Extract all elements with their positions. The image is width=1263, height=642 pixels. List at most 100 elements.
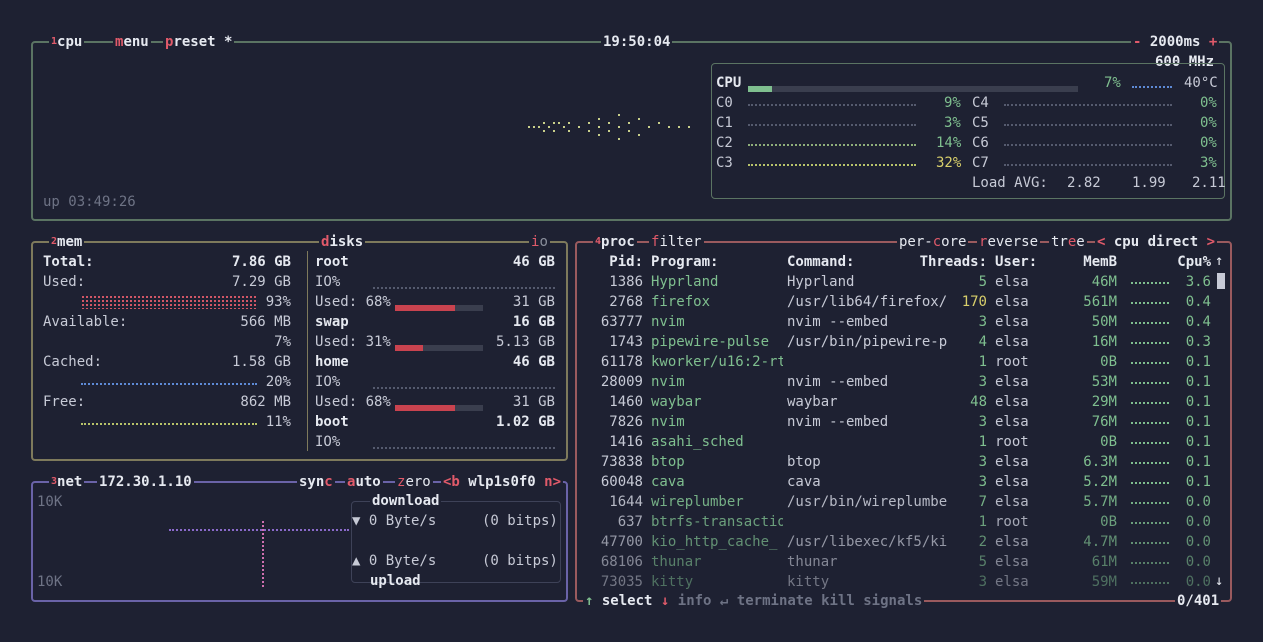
io-toggle[interactable]: io <box>529 233 550 251</box>
signals-button[interactable]: signals <box>863 593 922 609</box>
net-interface-selector[interactable]: <b wlp1s0f0 n> <box>441 473 564 491</box>
table-row[interactable]: 47700 kio_http_cache_/usr/libexec/kf5/kio… <box>577 532 1227 552</box>
table-row[interactable]: 1416 asahi_sched 1 root 0B 0.1 <box>577 432 1227 452</box>
cell-user: elsa <box>995 554 1029 570</box>
reverse-toggle[interactable]: reverse <box>977 233 1041 251</box>
cell-user: root <box>995 434 1029 450</box>
table-row[interactable]: 73838 btop btop 3 elsa 6.3M 0.1 <box>577 452 1227 472</box>
table-row[interactable]: 73035 kitty kitty 3 elsa 59M 0.0 <box>577 572 1227 592</box>
mem-title[interactable]: mem <box>57 234 82 250</box>
table-row[interactable]: 7826 nvim nvim --embed 3 elsa 76M 0.1 <box>577 412 1227 432</box>
interval-control[interactable]: - 2000ms + <box>1131 33 1220 51</box>
disk-boot-io-label: IO% <box>315 434 341 450</box>
proc-filter-button[interactable]: filter <box>649 233 704 251</box>
mem-box-tag: 2mem <box>49 233 85 251</box>
table-row[interactable]: 63777 nvim nvim --embed 3 elsa 50M 0.4 <box>577 312 1227 332</box>
col-command[interactable]: Command: <box>787 252 854 272</box>
cell-program: cava <box>651 474 685 490</box>
terminate-button[interactable]: terminate <box>737 593 813 609</box>
load-avg-15: 2.11 <box>1192 175 1226 191</box>
cell-mem: 46M <box>1091 274 1117 290</box>
core-c1-pct: 3% <box>944 115 961 131</box>
menu-button[interactable]: menu <box>113 33 151 51</box>
disk-home-used-value: 31 GB <box>512 394 555 410</box>
cpu-temp-graph <box>1132 86 1172 88</box>
mem-graph <box>1131 282 1169 284</box>
per-core-toggle[interactable]: per-core <box>897 233 969 251</box>
select-up-icon: ↑ <box>585 593 594 609</box>
mem-graph <box>1131 342 1169 344</box>
mem-graph <box>1131 542 1169 544</box>
col-threads[interactable]: Threads: <box>917 252 987 272</box>
net-auto-toggle[interactable]: auto <box>345 473 383 491</box>
table-row[interactable]: 2768 firefox/usr/lib64/firefox/f 170 elsa 56… <box>577 292 1227 312</box>
disk-root-size: 46 GB <box>512 254 555 270</box>
core-c7-label: C7 <box>972 155 989 171</box>
core-c2-graph <box>748 144 916 146</box>
cell-cpu: 0.1 <box>1185 394 1211 410</box>
cell-mem: 4.7M <box>1083 534 1117 550</box>
table-row[interactable]: 1743 pipewire-pulse/usr/bin/pipewire-pu 4 e… <box>577 332 1227 352</box>
sort-selector[interactable]: < cpu direct > <box>1095 233 1218 251</box>
col-cpu[interactable]: Cpu% <box>1169 252 1211 272</box>
cell-program: btrfs-transactio <box>651 514 783 530</box>
cell-program: nvim <box>651 374 685 390</box>
cell-threads: 3 <box>978 474 987 490</box>
table-row[interactable]: 637 btrfs-transactio 1 root 0B 0.0 <box>577 512 1227 532</box>
core-c4-label: C4 <box>972 95 989 111</box>
mem-available-label: Available: <box>43 314 128 330</box>
uptime: up 03:49:26 <box>43 194 136 210</box>
cell-mem: 0B <box>1100 514 1117 530</box>
core-c3-label: C3 <box>716 155 733 171</box>
disk-swap-used-value: 5.13 GB <box>495 334 555 350</box>
cell-program: kio_http_cache_ <box>651 534 778 550</box>
cell-mem: 0B <box>1100 354 1117 370</box>
mem-used-pct: 93% <box>265 294 291 310</box>
interval-minus-button[interactable]: - <box>1133 34 1141 50</box>
core-c5-label: C5 <box>972 115 989 131</box>
preset-button[interactable]: preset * <box>163 33 235 51</box>
cell-cpu: 0.1 <box>1185 474 1211 490</box>
col-pid[interactable]: Pid: <box>581 252 643 272</box>
mem-graph <box>1131 482 1169 484</box>
cell-threads: 2 <box>978 534 987 550</box>
cell-user: elsa <box>995 494 1029 510</box>
cpu-temp: 40°C <box>1184 75 1218 91</box>
cell-pid: 47700 <box>600 534 643 550</box>
mem-cached-graph <box>81 383 257 385</box>
tree-toggle[interactable]: tree <box>1049 233 1087 251</box>
table-row[interactable]: 61178 kworker/u16:2-rt 1 root 0B 0.1 <box>577 352 1227 372</box>
table-row[interactable]: 1644 wireplumber/usr/bin/wireplumber 7 elsa… <box>577 492 1227 512</box>
col-program[interactable]: Program: <box>651 252 718 272</box>
net-sync-toggle[interactable]: sync <box>297 473 335 491</box>
col-mem[interactable]: MemB <box>1057 252 1117 272</box>
info-button[interactable]: info <box>678 593 712 609</box>
net-scale-bottom: 10K <box>37 574 63 590</box>
cell-cpu: 3.6 <box>1185 274 1211 290</box>
table-row[interactable]: 1386 Hyprland Hyprland 5 elsa 46M 3.6 <box>577 272 1227 292</box>
kill-button[interactable]: kill <box>821 593 855 609</box>
disks-toggle[interactable]: disks <box>319 233 366 251</box>
cell-mem: 53M <box>1091 374 1117 390</box>
select-button[interactable]: select <box>602 593 653 609</box>
mem-graph <box>1131 302 1169 304</box>
cpu-title[interactable]: cpu <box>57 34 82 50</box>
proc-title[interactable]: proc <box>601 234 635 250</box>
disk-swap-used-label: Used: 31% <box>315 334 391 350</box>
net-title[interactable]: net <box>57 474 82 490</box>
table-row[interactable]: 60048 cava cava 3 elsa 5.2M 0.1 <box>577 472 1227 492</box>
mem-used-value: 7.29 GB <box>231 274 291 290</box>
disk-home-io-graph <box>373 387 555 389</box>
table-row[interactable]: 1460 waybar waybar 48 elsa 29M 0.1 <box>577 392 1227 412</box>
net-scale-top: 10K <box>37 494 63 510</box>
cpu-stats-panel: CPU 7% 40°C C0 9% C1 3% C2 14% C3 32% C4… <box>711 63 1226 199</box>
cell-mem: 50M <box>1091 314 1117 330</box>
cell-cpu: 0.1 <box>1185 354 1211 370</box>
interval-plus-button[interactable]: + <box>1209 34 1217 50</box>
table-row[interactable]: 68106 thunar thunar 5 elsa 61M 0.0 <box>577 552 1227 572</box>
scroll-up-icon[interactable]: ↑ <box>1215 252 1223 270</box>
col-user[interactable]: User: <box>995 252 1037 272</box>
core-c3-graph <box>748 164 916 166</box>
net-zero-toggle[interactable]: zero <box>395 473 433 491</box>
table-row[interactable]: 28009 nvim nvim --embed 3 elsa 53M 0.1 <box>577 372 1227 392</box>
